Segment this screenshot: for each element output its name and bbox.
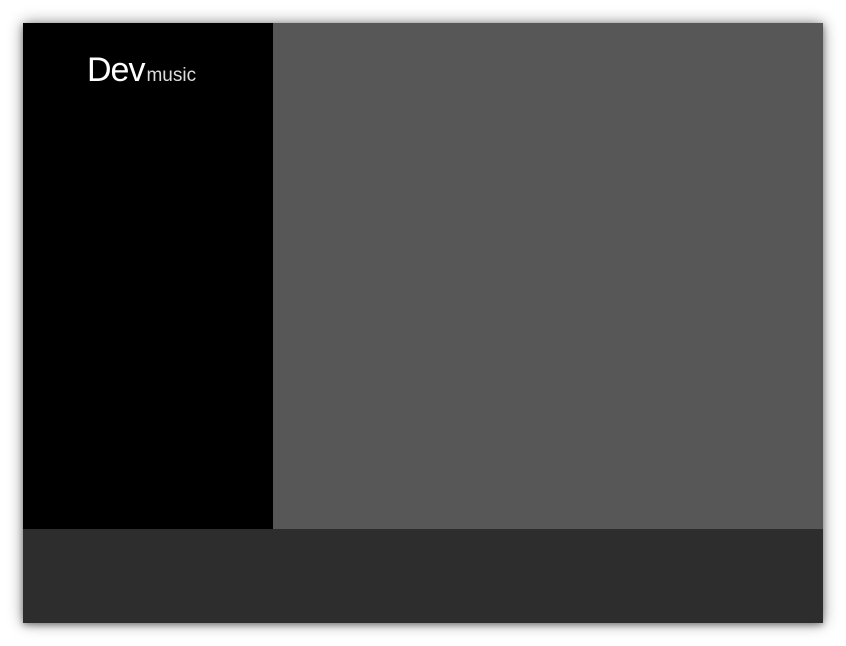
sidebar: Dev music: [23, 23, 273, 529]
app-window: Dev music: [23, 23, 823, 623]
logo-main-text: Dev: [87, 51, 145, 89]
main-content-area: [273, 23, 823, 529]
logo-sub-text: music: [146, 65, 197, 86]
app-logo[interactable]: Dev music: [87, 53, 196, 87]
player-bar: [23, 529, 823, 623]
